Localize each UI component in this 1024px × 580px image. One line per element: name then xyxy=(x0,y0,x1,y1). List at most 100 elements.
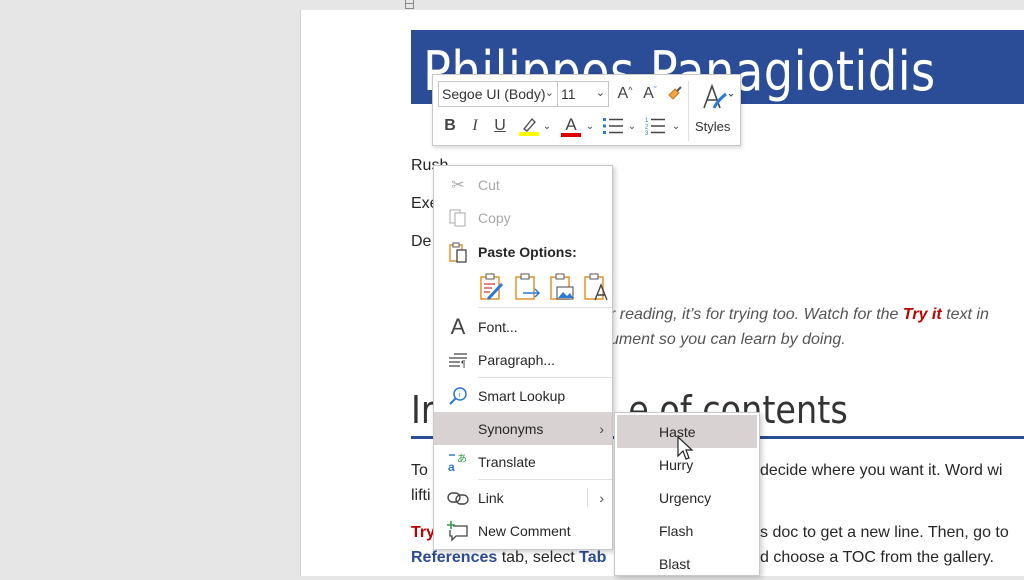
grow-font-button[interactable]: A ^ xyxy=(615,83,635,105)
svg-text:¶: ¶ xyxy=(461,359,466,368)
mouse-pointer-icon xyxy=(677,436,694,460)
svg-text:3: 3 xyxy=(645,131,649,136)
styles-button[interactable] xyxy=(697,81,737,113)
menu-item-label: Paste Options: xyxy=(478,243,577,260)
menu-item-label: Synonyms xyxy=(478,420,544,437)
mini-toolbar: Segoe UI (Body) ⌄ 11 ⌄ A ^ Aˇ Styles B I … xyxy=(432,74,741,146)
scissors-icon: ✂ xyxy=(451,176,465,194)
para-4-right[interactable]: d choose a TOC from the gallery. xyxy=(760,549,994,567)
menu-item-link[interactable]: Link › xyxy=(434,481,612,514)
synonym-label: Flash xyxy=(659,522,694,539)
highlight-button[interactable] xyxy=(516,113,542,139)
table-text: Tab xyxy=(579,549,607,566)
menu-item-paragraph[interactable]: ¶ Paragraph... xyxy=(434,343,612,376)
context-menu: ✂ Cut Copy Paste Options: A Font... ¶ Pa… xyxy=(433,165,613,550)
menu-item-copy[interactable]: Copy xyxy=(434,201,612,234)
bullet-list-icon xyxy=(603,118,623,134)
copy-icon xyxy=(446,206,470,230)
svg-text:1: 1 xyxy=(645,118,649,124)
menu-item-font[interactable]: A Font... xyxy=(434,310,612,343)
paste-picture-icon[interactable] xyxy=(548,272,576,302)
paste-text-only-icon[interactable] xyxy=(582,272,610,302)
svg-text:2: 2 xyxy=(645,125,649,131)
body-line-de[interactable]: De xyxy=(411,233,431,251)
paste-keep-source-icon[interactable] xyxy=(478,272,506,302)
translate-icon: aあ xyxy=(446,450,470,474)
bold-button[interactable]: B xyxy=(441,115,459,137)
menu-item-synonyms[interactable]: Synonyms › xyxy=(434,412,612,445)
svg-text:i: i xyxy=(459,392,461,399)
try-it-label: Try it xyxy=(902,306,942,323)
toolbar-divider xyxy=(688,81,689,141)
menu-item-label: Smart Lookup xyxy=(478,387,566,404)
menu-item-smart-lookup[interactable]: i Smart Lookup xyxy=(434,379,612,412)
bullets-dropdown[interactable]: ⌄ xyxy=(627,117,637,135)
numbering-button[interactable]: 123 xyxy=(643,115,667,137)
highlighter-icon xyxy=(519,117,539,136)
references-text: References xyxy=(411,549,498,566)
svg-text:a: a xyxy=(448,460,455,473)
styles-label: Styles xyxy=(695,119,731,134)
menu-separator xyxy=(478,479,612,480)
menu-separator xyxy=(478,377,612,378)
font-color-button[interactable]: A xyxy=(559,113,583,139)
font-color-icon: A xyxy=(565,114,577,134)
font-color-dropdown[interactable]: ⌄ xyxy=(585,117,595,135)
synonym-item[interactable]: Blast xyxy=(617,547,757,580)
menu-item-new-comment[interactable]: New Comment xyxy=(434,514,612,547)
numbering-dropdown[interactable]: ⌄ xyxy=(671,117,681,135)
bullets-button[interactable] xyxy=(601,115,625,137)
menu-item-cut[interactable]: ✂ Cut xyxy=(434,168,612,201)
italic-intro-line-1[interactable]: r reading, it’s for trying too. Watch fo… xyxy=(610,306,989,324)
menu-item-label: Translate xyxy=(478,453,536,470)
menu-item-label: Cut xyxy=(478,176,500,193)
chevron-right-icon[interactable]: › xyxy=(599,490,604,506)
menu-item-label: Paragraph... xyxy=(478,351,556,368)
menu-item-label: Font... xyxy=(478,318,518,335)
para-2-left[interactable]: lifti xyxy=(411,487,431,505)
synonym-item[interactable]: Urgency xyxy=(617,481,757,514)
highlight-dropdown[interactable]: ⌄ xyxy=(542,117,552,135)
para-3-right[interactable]: s doc to get a new line. Then, go to xyxy=(760,524,1009,542)
italic-text-end: text in xyxy=(941,306,989,323)
chevron-down-icon: ⌄ xyxy=(595,87,605,99)
paste-merge-icon[interactable] xyxy=(513,272,541,302)
grow-font-icon: A xyxy=(617,85,629,102)
menu-item-translate[interactable]: aあ Translate xyxy=(434,445,612,478)
italic-intro-line-2[interactable]: ument so you can learn by doing. xyxy=(610,331,846,349)
paste-options-row xyxy=(478,270,612,304)
search-icon: i xyxy=(446,384,470,408)
font-name-value: Segoe UI (Body) xyxy=(442,86,546,102)
new-comment-icon xyxy=(446,519,470,543)
link-icon xyxy=(446,486,470,510)
format-painter-icon xyxy=(668,86,682,100)
para-1-right[interactable]: decide where you want it. Word wi xyxy=(760,462,1002,480)
font-color-swatch xyxy=(561,132,581,137)
menu-item-label: New Comment xyxy=(478,522,571,539)
svg-text:あ: あ xyxy=(457,453,467,465)
split-divider xyxy=(587,488,588,507)
shrink-font-button[interactable]: Aˇ xyxy=(640,83,660,105)
menu-separator xyxy=(478,307,612,308)
para-1-left[interactable]: To xyxy=(411,462,428,480)
font-size-dropdown[interactable]: 11 ⌄ xyxy=(557,81,609,107)
heading-left: Ir xyxy=(411,388,435,432)
para-4-left[interactable]: References tab, select Tab xyxy=(411,549,606,567)
format-painter-button[interactable] xyxy=(665,83,685,105)
chevron-right-icon: › xyxy=(599,420,604,437)
chevron-down-icon: ⌄ xyxy=(544,87,554,99)
numbered-list-icon: 123 xyxy=(645,118,665,136)
italic-button[interactable]: I xyxy=(466,115,484,137)
synonym-item[interactable]: Flash xyxy=(617,514,757,547)
synonym-label: Urgency xyxy=(659,489,712,506)
menu-item-label: Copy xyxy=(478,209,511,226)
menu-item-label: Link xyxy=(478,489,504,506)
font-size-value: 11 xyxy=(561,86,576,102)
para-3-try[interactable]: Try xyxy=(411,524,435,542)
font-name-dropdown[interactable]: Segoe UI (Body) ⌄ xyxy=(438,81,558,107)
underline-button[interactable]: U xyxy=(491,115,509,137)
para-4-mid: tab, select xyxy=(497,549,580,566)
font-icon: A xyxy=(450,313,466,339)
styles-icon xyxy=(703,83,734,109)
page-boundary-marker xyxy=(405,0,414,9)
